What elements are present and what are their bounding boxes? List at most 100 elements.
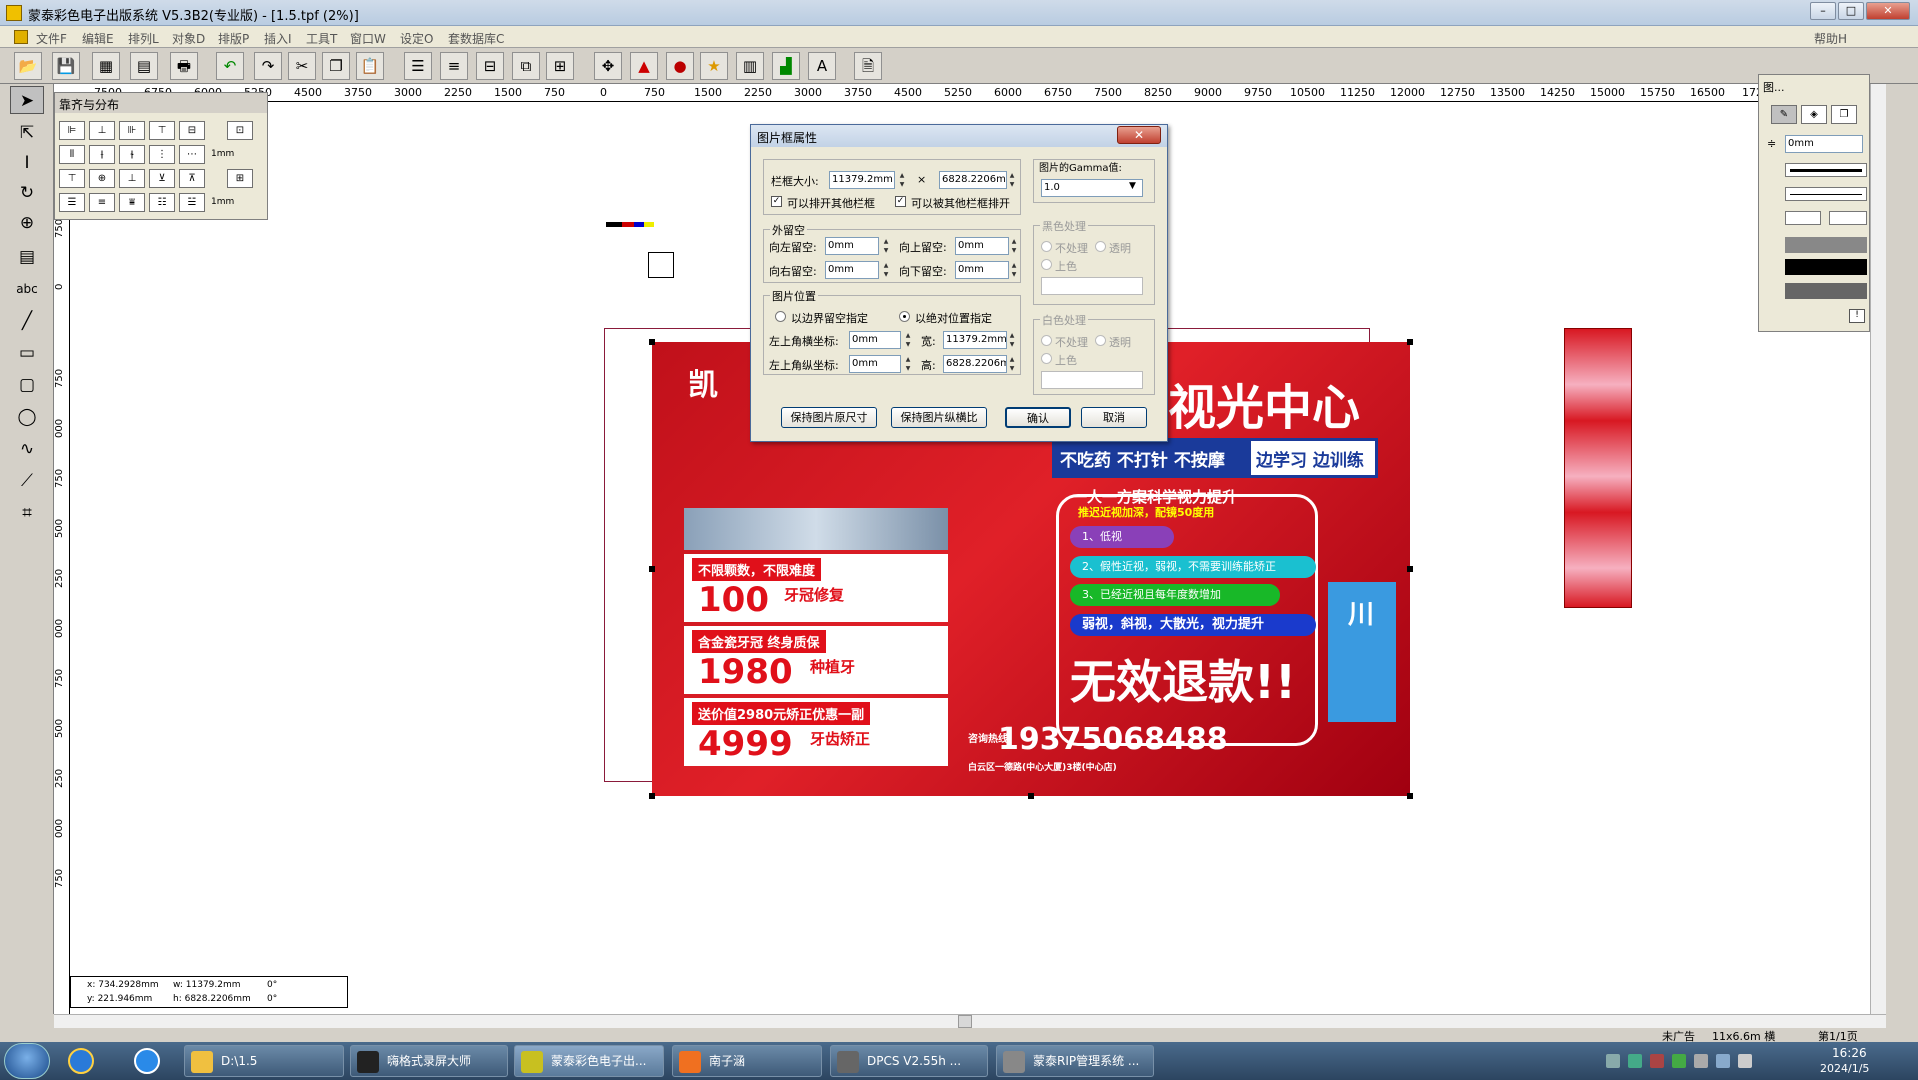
tray-keyboard-icon[interactable]: [1606, 1054, 1620, 1068]
arrow-end-select[interactable]: [1829, 211, 1867, 225]
ie-icon[interactable]: [68, 1048, 94, 1074]
text-flow-icon[interactable]: ≡: [440, 52, 468, 80]
move-icon[interactable]: ✥: [594, 52, 622, 80]
taskbar-item-rip[interactable]: 蒙泰RIP管理系统 ...: [996, 1045, 1154, 1077]
transform-group[interactable]: [1785, 283, 1867, 299]
stack-center-icon[interactable]: ≡: [89, 193, 115, 212]
white-color-radio[interactable]: [1041, 353, 1052, 364]
y-input[interactable]: 0mm: [849, 355, 901, 373]
dash-style-select[interactable]: [1785, 187, 1867, 201]
minimize-button[interactable]: –: [1810, 2, 1836, 20]
horizontal-scrollbar[interactable]: [54, 1014, 1886, 1028]
selection-handle[interactable]: [649, 566, 655, 572]
start-button[interactable]: [4, 1043, 50, 1079]
distribute-h-icon[interactable]: ⫴: [59, 145, 85, 164]
menu-settings[interactable]: 设定O: [400, 30, 433, 47]
align-top-icon[interactable]: ⊤: [149, 121, 175, 140]
bottom-margin-input[interactable]: 0mm: [955, 261, 1009, 279]
stack-even-icon[interactable]: ☷: [149, 193, 175, 212]
text-cursor-icon[interactable]: I: [10, 148, 44, 176]
keep-ratio-button[interactable]: 保持图片纵横比: [891, 407, 987, 428]
spin-icon[interactable]: ▲ ▼: [1007, 171, 1017, 189]
black-color-radio[interactable]: [1041, 259, 1052, 270]
menu-layout[interactable]: 排版P: [218, 30, 249, 47]
w-input[interactable]: 11379.2mm: [943, 331, 1007, 349]
frame-width-input[interactable]: 11379.2mm: [829, 171, 895, 189]
gamma-select[interactable]: 1.0: [1041, 179, 1143, 197]
spin-icon[interactable]: ▲ ▼: [1009, 261, 1019, 279]
spin-icon[interactable]: ▲ ▼: [903, 331, 913, 349]
align-page-icon[interactable]: ⊡: [227, 121, 253, 140]
rectangle-icon[interactable]: ▭: [10, 338, 44, 366]
menu-tools[interactable]: 工具T: [306, 30, 337, 47]
tray-network-icon[interactable]: [1628, 1054, 1642, 1068]
redo-icon[interactable]: ↷: [254, 52, 282, 80]
white-transparent-radio[interactable]: [1095, 335, 1106, 346]
tray-app-icon[interactable]: [1650, 1054, 1664, 1068]
pen-icon[interactable]: ✎: [1771, 105, 1797, 124]
info-icon[interactable]: !: [1849, 309, 1865, 323]
distribute-center-icon[interactable]: ⫲: [89, 145, 115, 164]
distribute-v-icon[interactable]: ⊤: [59, 169, 85, 188]
spin-icon[interactable]: ▲ ▼: [1009, 237, 1019, 255]
x-input[interactable]: 0mm: [849, 331, 901, 349]
white-none-radio[interactable]: [1041, 335, 1052, 346]
vertical-scrollbar[interactable]: [1870, 84, 1886, 1014]
absolute-position-radio[interactable]: [899, 311, 910, 322]
color-select[interactable]: [1785, 259, 1867, 275]
selection-handle[interactable]: [1407, 339, 1413, 345]
export-icon[interactable]: ▤: [130, 52, 158, 80]
distribute-vgap-icon[interactable]: ⊼: [179, 169, 205, 188]
wrap-icon[interactable]: ⊟: [476, 52, 504, 80]
select-arrow-icon[interactable]: ➤: [10, 86, 44, 114]
selection-handle[interactable]: [1028, 793, 1034, 799]
line-width-input[interactable]: 0mm: [1785, 135, 1863, 153]
corner-style-group[interactable]: [1785, 237, 1867, 253]
barcode-icon[interactable]: ▥: [736, 52, 764, 80]
menu-insert[interactable]: 插入I: [264, 30, 292, 47]
distribute-vcenter-icon[interactable]: ⊕: [89, 169, 115, 188]
top-margin-input[interactable]: 0mm: [955, 237, 1009, 255]
border-margin-radio[interactable]: [775, 311, 786, 322]
paste-icon[interactable]: 📋: [356, 52, 384, 80]
star-icon[interactable]: ★: [700, 52, 728, 80]
save-icon[interactable]: 💾: [52, 52, 80, 80]
taskbar-item-folder[interactable]: D:\1.5: [184, 1045, 344, 1077]
tray-flag-icon[interactable]: [1738, 1054, 1752, 1068]
edge-icon[interactable]: [134, 1048, 160, 1074]
taskbar-item-recorder[interactable]: 嗨格式录屏大师: [350, 1045, 508, 1077]
line-style-select[interactable]: [1785, 163, 1867, 177]
distribute-space-icon[interactable]: ⋮: [149, 145, 175, 164]
clock-time[interactable]: 16:26: [1832, 1046, 1867, 1060]
stack-space-icon[interactable]: ☱: [179, 193, 205, 212]
distribute-right-icon[interactable]: ⫳: [119, 145, 145, 164]
text-box-icon[interactable]: abc: [10, 274, 44, 302]
menu-window[interactable]: 窗口W: [350, 30, 386, 47]
push-others-checkbox[interactable]: ✓: [771, 196, 782, 207]
table-icon[interactable]: ⊞: [546, 52, 574, 80]
menu-arrange[interactable]: 排列L: [128, 30, 159, 47]
align-page-v-icon[interactable]: ⊞: [227, 169, 253, 188]
menu-database[interactable]: 套数据库C: [448, 30, 504, 47]
black-transparent-radio[interactable]: [1095, 241, 1106, 252]
spin-icon[interactable]: ▲ ▼: [897, 171, 907, 189]
copy-icon[interactable]: ❐: [322, 52, 350, 80]
spin-icon[interactable]: ▲ ▼: [1007, 331, 1017, 349]
open-icon[interactable]: 📂: [14, 52, 42, 80]
left-margin-input[interactable]: 0mm: [825, 237, 879, 255]
pushed-by-checkbox[interactable]: ✓: [895, 196, 906, 207]
align-right-icon[interactable]: ⊪: [119, 121, 145, 140]
tray-volume-icon[interactable]: [1694, 1054, 1708, 1068]
black-none-radio[interactable]: [1041, 241, 1052, 252]
undo-icon[interactable]: ↶: [216, 52, 244, 80]
import-icon[interactable]: ▦: [92, 52, 120, 80]
stack-top-icon[interactable]: ☰: [59, 193, 85, 212]
shape-color-icon[interactable]: ▲: [630, 52, 658, 80]
cancel-button[interactable]: 取消: [1081, 407, 1147, 428]
preview-icon[interactable]: 🗎: [854, 52, 882, 80]
spin-icon[interactable]: ▲ ▼: [1007, 355, 1017, 373]
crop-icon[interactable]: ⌗: [10, 498, 44, 526]
ellipse-icon[interactable]: ◯: [10, 402, 44, 430]
taskbar-item-dpcs[interactable]: DPCS V2.55h ...: [830, 1045, 988, 1077]
align-left-icon[interactable]: ⊫: [59, 121, 85, 140]
